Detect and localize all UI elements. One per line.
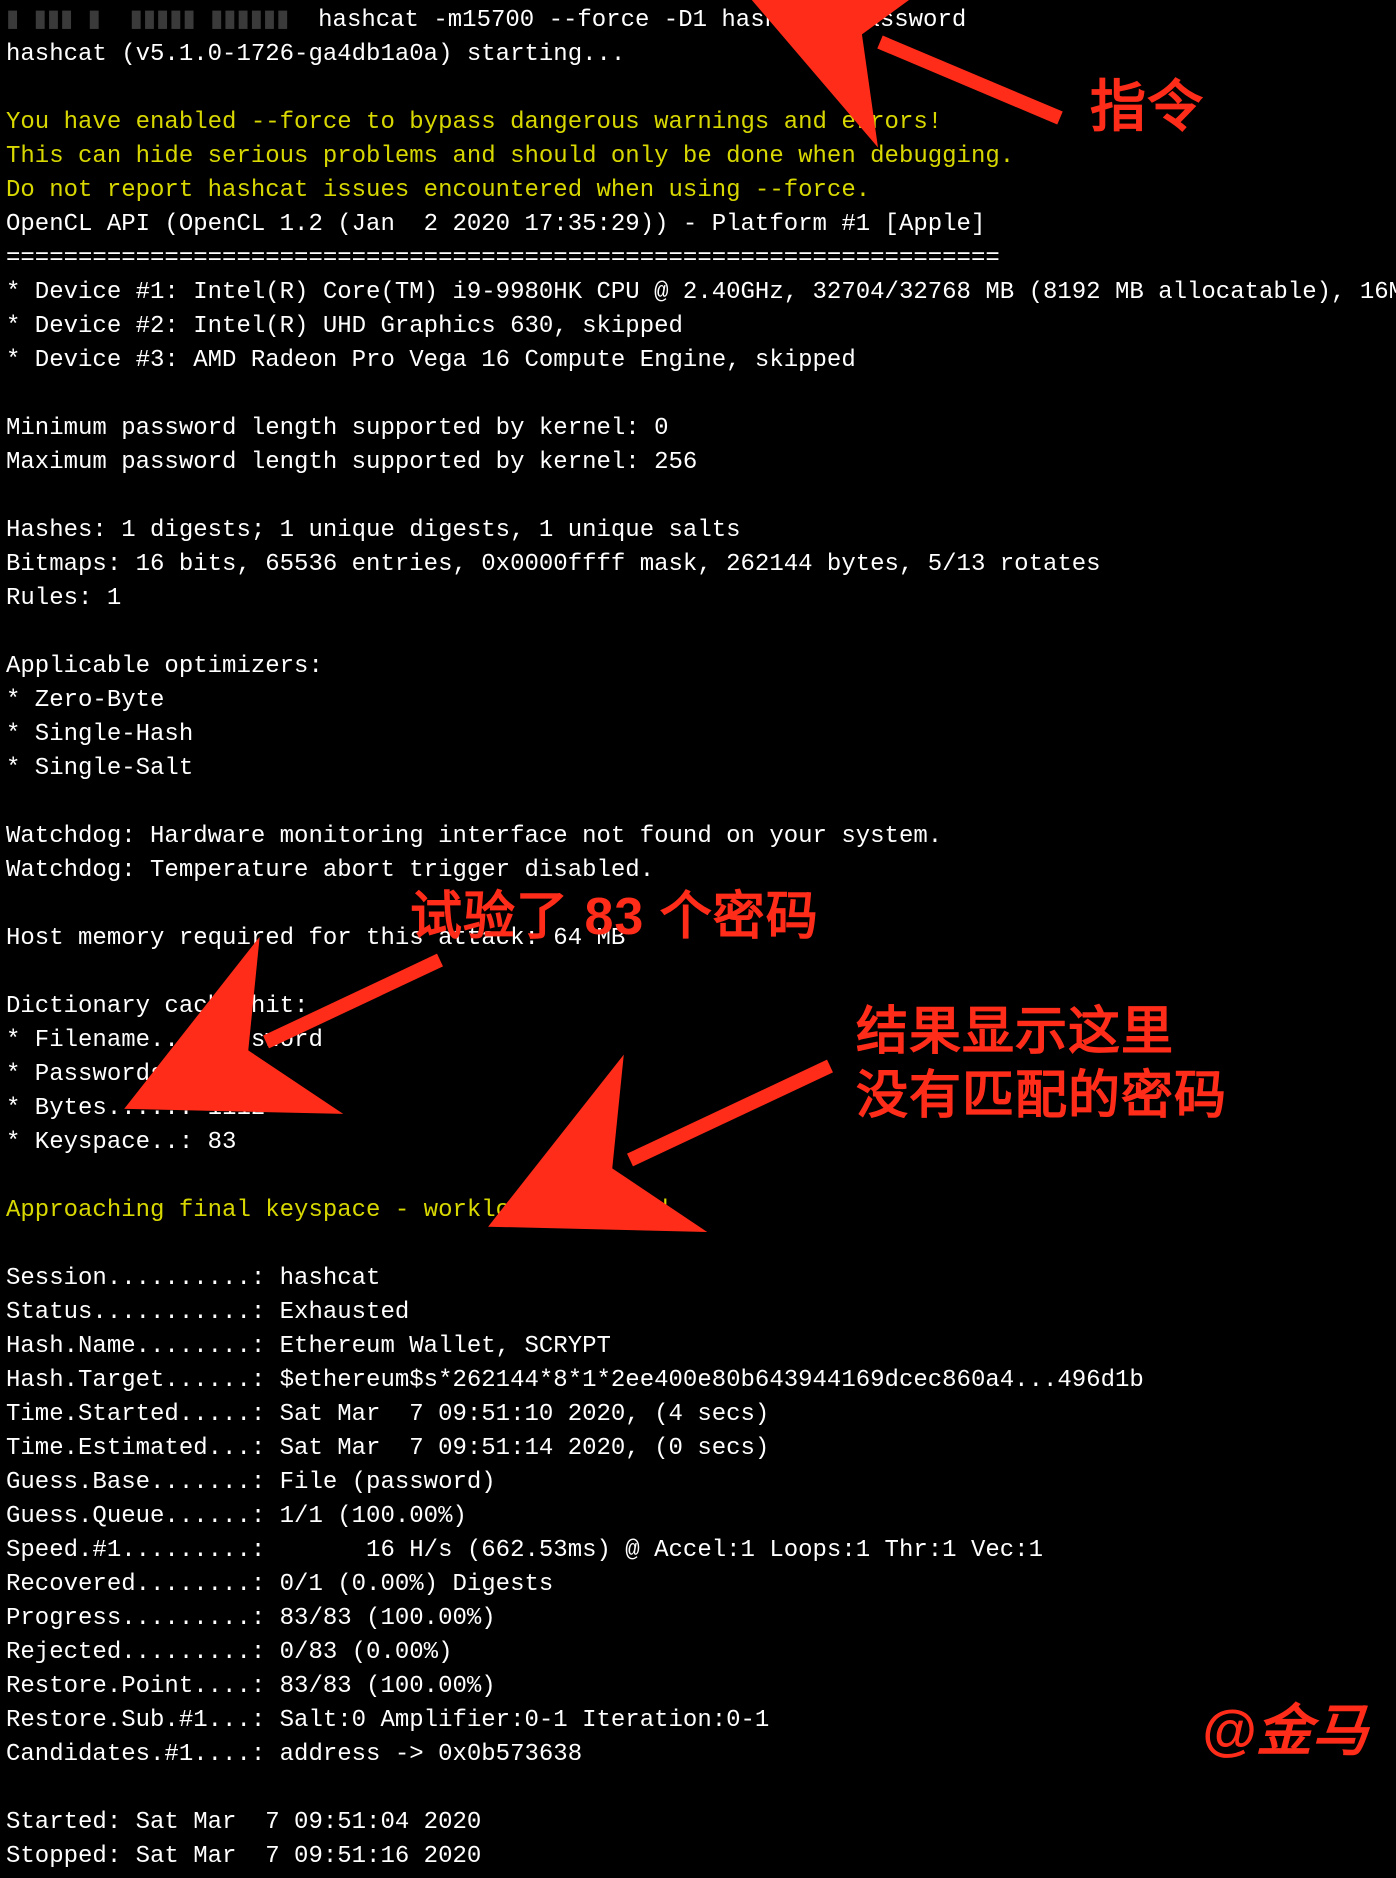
line-warn1: You have enabled --force to bypass dange… [6, 109, 942, 136]
line-started: Started: Sat Mar 7 09:51:04 2020 [6, 1809, 481, 1836]
line-guessqueue: Guess.Queue......: 1/1 (100.00%) [6, 1503, 467, 1530]
line-opt1: * Zero-Byte [6, 687, 164, 714]
annotation-no-match: 结果显示这里 没有匹配的密码 [856, 1000, 1227, 1128]
line-restoresub: Restore.Sub.#1...: Salt:0 Amplifier:0-1 … [6, 1707, 769, 1734]
line-warn3: Do not report hashcat issues encountered… [6, 177, 870, 204]
line-progress: Progress.........: 83/83 (100.00%) [6, 1605, 496, 1632]
line-dev3: * Device #3: AMD Radeon Pro Vega 16 Comp… [6, 347, 856, 374]
line-recovered: Recovered........: 0/1 (0.00%) Digests [6, 1571, 553, 1598]
line-speed: Speed.#1.........: 16 H/s (662.53ms) @ A… [6, 1537, 1043, 1564]
line-warn2: This can hide serious problems and shoul… [6, 143, 1014, 170]
annotation-command: 指令 [1090, 90, 1204, 124]
line-watch1: Watchdog: Hardware monitoring interface … [6, 823, 942, 850]
line-session: Session..........: hashcat [6, 1265, 380, 1292]
prompt-redacted: ▮ ▮▮▮ ▮ ▮▮▮▮▮ ▮▮▮▮▮▮ [6, 7, 304, 34]
line-dict1: * Filename..: password [6, 1027, 323, 1054]
line-rules: Rules: 1 [6, 585, 121, 612]
line-timestarted: Time.Started.....: Sat Mar 7 09:51:10 20… [6, 1401, 769, 1428]
line-minpw: Minimum password length supported by ker… [6, 415, 669, 442]
line-guessbase: Guess.Base.......: File (password) [6, 1469, 496, 1496]
line-dev2: * Device #2: Intel(R) UHD Graphics 630, … [6, 313, 683, 340]
line-opencl: OpenCL API (OpenCL 1.2 (Jan 2 2020 17:35… [6, 211, 985, 238]
signature: @金马 [1201, 1714, 1368, 1748]
annotation-no-match-line2: 没有匹配的密码 [856, 1064, 1227, 1128]
line-maxpw: Maximum password length supported by ker… [6, 449, 697, 476]
command-text: hashcat -m15700 --force -D1 hashcode pas… [304, 7, 967, 34]
line-dict3: * Bytes.....: 1112 [6, 1095, 265, 1122]
line-starting: hashcat (v5.1.0-1726-ga4db1a0a) starting… [6, 41, 625, 68]
line-hashtarget: Hash.Target......: $ethereum$s*262144*8*… [6, 1367, 1144, 1394]
line-separator: ========================================… [6, 245, 1000, 272]
line-opt-hdr: Applicable optimizers: [6, 653, 323, 680]
line-dict2: * Passwords.: 83 [6, 1061, 236, 1088]
annotation-no-match-line1: 结果显示这里 [856, 1000, 1227, 1064]
line-opt3: * Single-Salt [6, 755, 193, 782]
line-candidates: Candidates.#1....: address -> 0x0b573638 [6, 1741, 582, 1768]
line-dict4: * Keyspace..: 83 [6, 1129, 236, 1156]
line-stopped: Stopped: Sat Mar 7 09:51:16 2020 [6, 1843, 481, 1870]
line-watch2: Watchdog: Temperature abort trigger disa… [6, 857, 654, 884]
line-timeestimated: Time.Estimated...: Sat Mar 7 09:51:14 20… [6, 1435, 769, 1462]
line-dict-hdr: Dictionary cache hit: [6, 993, 308, 1020]
line-restorepoint: Restore.Point....: 83/83 (100.00%) [6, 1673, 496, 1700]
line-rejected: Rejected.........: 0/83 (0.00%) [6, 1639, 452, 1666]
line-status: Status...........: Exhausted [6, 1299, 409, 1326]
annotation-tried-83: 试验了 83 个密码 [410, 900, 819, 934]
line-hashes: Hashes: 1 digests; 1 unique digests, 1 u… [6, 517, 741, 544]
line-bitmaps: Bitmaps: 16 bits, 65536 entries, 0x0000f… [6, 551, 1101, 578]
line-opt2: * Single-Hash [6, 721, 193, 748]
line-dev1: * Device #1: Intel(R) Core(TM) i9-9980HK… [6, 279, 1396, 306]
line-approaching: Approaching final keyspace - workload ad… [6, 1197, 683, 1224]
line-hashname: Hash.Name........: Ethereum Wallet, SCRY… [6, 1333, 611, 1360]
